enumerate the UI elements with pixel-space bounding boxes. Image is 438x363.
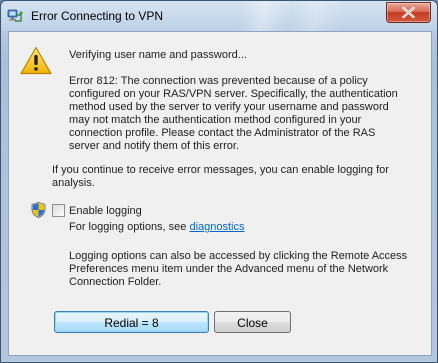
title-bar[interactable]: Error Connecting to VPN [1,1,437,31]
enable-logging-checkbox[interactable] [52,204,65,217]
enable-logging-label[interactable]: Enable logging [69,204,142,218]
redial-button[interactable]: Redial = 8 [54,311,209,333]
dialog-body: Verifying user name and password... Erro… [8,31,432,356]
window-title: Error Connecting to VPN [31,9,164,23]
logging-hint-text: For logging options, see [69,221,190,233]
close-window-button[interactable] [386,2,431,23]
error-text-line-1: Error 812: The connection was prevented … [69,75,368,87]
logging-hint: For logging options, see diagnostics [69,220,245,234]
error-text-line-3: method used by the server to verify your… [69,101,389,113]
logging-info-line-3: Connection Folder. [69,276,162,288]
logging-info-line-2: Preferences menu item under the Advanced… [69,263,389,275]
close-icon [402,7,415,18]
logging-info-line-1: Logging options can also be accessed by … [69,250,408,262]
warning-icon [20,46,52,75]
continue-text-line-2: analysis. [52,177,95,189]
close-button[interactable]: Close [214,311,291,333]
network-connection-icon [7,9,23,22]
status-text: Verifying user name and password... [69,49,247,61]
continue-text-line-1: If you continue to receive error message… [52,164,389,176]
dialog-window: Error Connecting to VPN Verifying user n… [0,0,438,363]
error-text-line-5: connection profile. Please contact the A… [69,127,376,139]
error-text-line-2: configured on your RAS/VPN server. Speci… [69,88,398,100]
error-text-line-4: may not match the authentication method … [69,114,362,126]
diagnostics-link[interactable]: diagnostics [189,221,244,233]
uac-shield-icon [31,202,46,218]
error-text-line-6: server and notify them of this error. [69,140,239,152]
